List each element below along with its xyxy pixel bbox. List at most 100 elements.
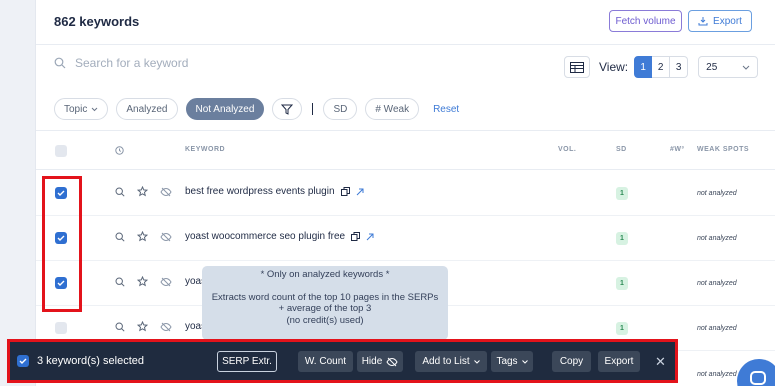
eye-off-icon[interactable]: [160, 232, 172, 242]
export-button[interactable]: Export: [688, 10, 752, 32]
per-page-value: 25: [706, 61, 718, 73]
sd-badge: 1: [616, 187, 628, 200]
check-icon: [19, 358, 27, 364]
chat-icon: [750, 371, 766, 385]
star-icon[interactable]: [137, 321, 148, 332]
keyword-count-title: 862 keywords: [54, 14, 140, 29]
tooltip-line-4: (no credit(s) used): [286, 314, 364, 326]
sd-badge: 1: [616, 322, 628, 335]
topic-label: Topic: [64, 103, 88, 115]
search-icon[interactable]: [115, 231, 125, 242]
selection-status: 3 keyword(s) selected: [17, 355, 144, 367]
eye-off-icon[interactable]: [160, 322, 172, 332]
copy-icon[interactable]: [351, 232, 361, 241]
eye-off-icon: [386, 357, 398, 366]
keyword-text[interactable]: best free wordpress events plugin: [185, 186, 335, 197]
word-count-button[interactable]: W. Count: [298, 351, 353, 372]
sd-badge: 1: [616, 232, 628, 245]
search-icon[interactable]: [115, 276, 125, 287]
column-sd[interactable]: SD: [616, 146, 627, 153]
row-actions: [115, 231, 172, 242]
divider: [312, 103, 314, 115]
row-actions: [115, 276, 172, 287]
divider: [36, 44, 775, 45]
weak-spots-value: not analyzed: [697, 325, 737, 332]
chevron-down-icon: [473, 359, 480, 364]
keyword-cell: best free wordpress events plugin: [185, 186, 364, 197]
keyword-text[interactable]: yoast woocommerce seo plugin free: [185, 231, 345, 242]
tags-button[interactable]: Tags: [491, 351, 533, 372]
analyzed-filter[interactable]: Analyzed: [116, 98, 178, 120]
weak-spots-value: not analyzed: [697, 280, 737, 287]
star-icon[interactable]: [137, 276, 148, 287]
fetch-volume-button[interactable]: Fetch volume: [609, 10, 682, 32]
tooltip-line-2: Extracts word count of the top 10 pages …: [211, 291, 439, 303]
view-label: View:: [599, 60, 629, 74]
serp-extr-button[interactable]: SERP Extr.: [217, 351, 277, 372]
bulk-actions-bar: 3 keyword(s) selected SERP Extr. W. Coun…: [7, 339, 678, 383]
column-vol[interactable]: VOL.: [558, 146, 576, 153]
chevron-down-icon: [742, 65, 750, 70]
eye-off-icon[interactable]: [160, 277, 172, 287]
add-to-list-label: Add to List: [422, 356, 470, 367]
hide-button[interactable]: Hide: [357, 351, 403, 372]
search-icon: [54, 57, 66, 69]
hide-label: Hide: [361, 356, 383, 367]
table-view-toggle[interactable]: [564, 56, 590, 78]
table-row: yoast woocommerce seo plugin free 1 not …: [36, 216, 775, 261]
view-controls: View: 1 2 3 25: [564, 56, 759, 78]
search-bar: [54, 56, 295, 70]
search-icon[interactable]: [115, 321, 125, 332]
download-icon: [698, 17, 708, 26]
topic-filter[interactable]: Topic: [54, 98, 109, 120]
reset-link[interactable]: Reset: [433, 104, 459, 115]
checkbox-highlight: [42, 176, 82, 312]
page-3-button[interactable]: 3: [670, 56, 689, 78]
filter-button[interactable]: [272, 98, 303, 120]
selection-checkbox[interactable]: [17, 355, 29, 367]
external-link-icon[interactable]: [356, 188, 364, 196]
column-keyword[interactable]: KEYWORD: [185, 146, 225, 153]
row-checkbox[interactable]: [55, 322, 67, 334]
copy-button[interactable]: Copy: [552, 351, 591, 372]
tooltip-line-3: + average of the top 3: [278, 303, 372, 314]
weak-spots-value: not analyzed: [697, 190, 737, 197]
word-count-tooltip: * Only on analyzed keywords * Extracts w…: [202, 266, 448, 348]
not-analyzed-filter[interactable]: Not Analyzed: [185, 98, 265, 120]
keyword-cell: yoast woocommerce seo plugin free: [185, 231, 374, 242]
table-row: best free wordpress events plugin 1 not …: [36, 171, 775, 216]
funnel-icon: [281, 104, 294, 115]
table-icon: [570, 61, 584, 73]
eye-off-icon[interactable]: [160, 187, 172, 197]
clock-icon: [115, 146, 124, 155]
search-icon[interactable]: [115, 186, 125, 197]
star-icon[interactable]: [137, 231, 148, 242]
select-all-checkbox[interactable]: [55, 145, 67, 157]
sd-badge: 1: [616, 277, 628, 290]
weak-spots-value: not analyzed: [697, 371, 737, 378]
weak-spots-value: not analyzed: [697, 235, 737, 242]
external-link-icon[interactable]: [366, 233, 374, 241]
row-actions: [115, 186, 172, 197]
table-header: KEYWORD VOL. SD #W³ WEAK SPOTS: [36, 130, 775, 170]
copy-icon[interactable]: [340, 187, 350, 196]
page-1-button[interactable]: 1: [634, 56, 653, 78]
export-label: Export: [713, 15, 742, 27]
row-actions: [115, 321, 172, 332]
column-w3[interactable]: #W³: [670, 146, 684, 153]
column-weak-spots[interactable]: WEAK SPOTS: [697, 146, 749, 153]
search-input[interactable]: [75, 56, 295, 70]
close-icon[interactable]: ✕: [655, 354, 666, 370]
tags-label: Tags: [496, 356, 518, 367]
tooltip-line-1: * Only on analyzed keywords *: [260, 269, 390, 280]
chevron-down-icon: [92, 107, 98, 111]
per-page-select[interactable]: 25: [698, 56, 759, 78]
export-bulk-button[interactable]: Export: [598, 351, 640, 372]
star-icon[interactable]: [137, 186, 148, 197]
add-to-list-button[interactable]: Add to List: [415, 351, 487, 372]
chevron-down-icon: [521, 359, 528, 364]
weak-filter[interactable]: # Weak: [365, 98, 420, 120]
page-2-button[interactable]: 2: [652, 56, 671, 78]
filter-bar: Topic Analyzed Not Analyzed SD # Weak Re…: [54, 98, 459, 120]
sd-filter[interactable]: SD: [323, 98, 358, 120]
